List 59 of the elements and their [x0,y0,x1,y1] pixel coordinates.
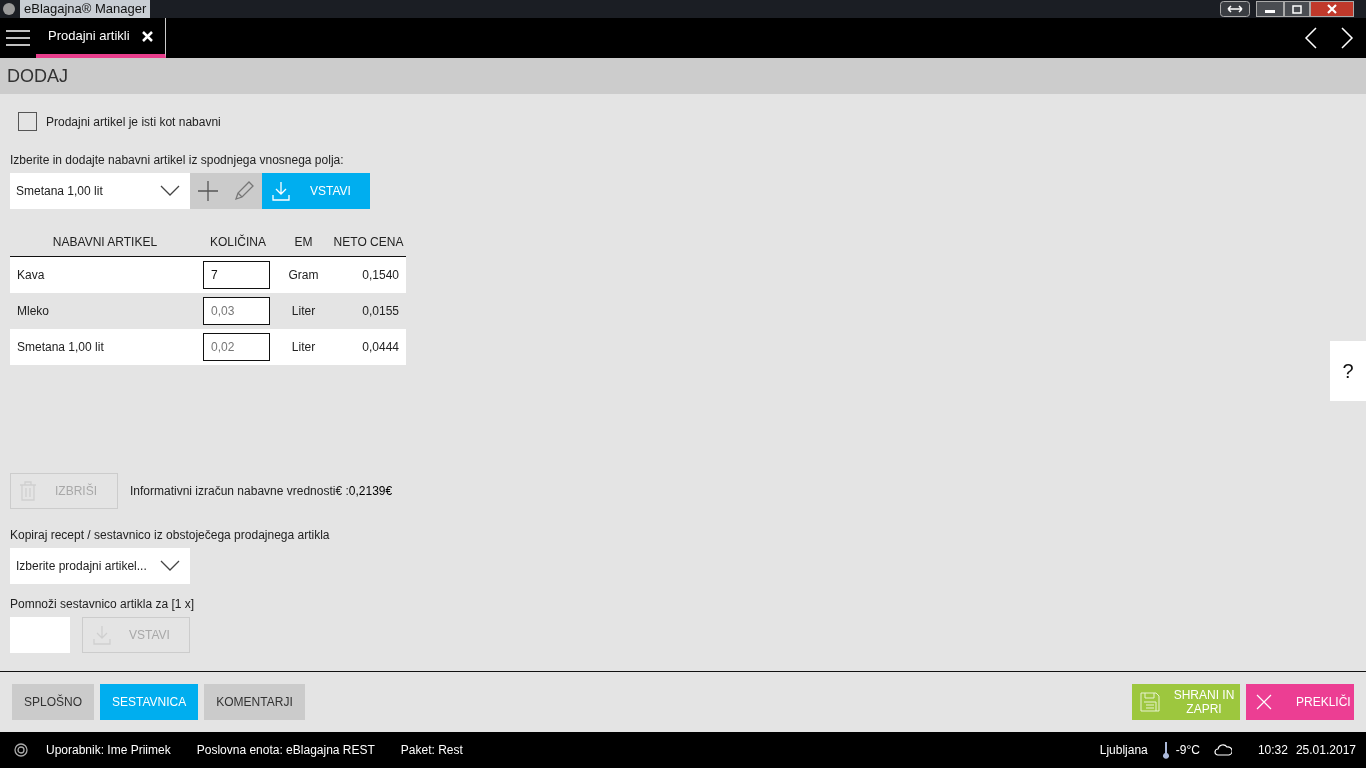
field-label: Izberite in dodajte nabavni artikel iz spodnjega vnosnega polja: [10,152,345,169]
field-label: Kopiraj recept / sestavnico iz obstoječega prodajnega artikla [10,527,331,544]
business-unit-label: Poslovna enota: eBlagajna REST [196,742,375,759]
close-icon [141,30,153,42]
article-dropdown[interactable]: Smetana 1,00 lit [10,173,190,209]
date-label: 25.01.2017 [1295,742,1356,759]
insert-button[interactable]: VSTAVI [262,173,370,209]
table-cell-text: 0,0155 [361,303,400,320]
quantity-field[interactable]: 0,02 [203,333,270,361]
checkbox[interactable] [18,112,37,131]
column-header: KOLIČINA [209,233,267,251]
page-heading: DODAJ [7,64,68,88]
quantity-field[interactable]: 0,03 [203,297,270,325]
column-header: NABAVNI ARTIKEL [51,233,159,251]
thermometer-icon [1161,741,1170,759]
cloud-icon [1213,744,1232,756]
download-icon [272,181,290,201]
power-icon [14,743,28,757]
add-button[interactable] [190,173,226,209]
app-logo-icon [2,2,16,16]
edit-button[interactable] [226,173,262,209]
pencil-icon [234,181,254,201]
plus-icon [198,181,218,201]
section-tab[interactable]: SPLOŠNO [12,684,95,720]
user-label: Uporabnik: Ime Priimek [46,742,171,759]
temperature-label: -9°C [1175,742,1200,759]
chevron-down-icon [160,560,180,572]
field-label: Pomnoži sestavnico artikla za [1 x] [10,596,196,613]
resize-icon [1220,1,1250,17]
section-tab[interactable]: KOMENTARJI [204,684,305,720]
table-cell-text: 0,0444 [361,339,400,356]
section-tab[interactable]: SESTAVNICA [100,684,199,720]
package-label: Paket: Rest [400,742,463,759]
table-cell-text: Kava [16,267,46,284]
city-label: Ljubljana [1099,742,1148,759]
column-header: NETO CENA [332,233,405,251]
table-cell-text: 0,1540 [361,267,400,284]
checkbox-label: Prodajni artikel je isti kot nabavni [46,113,221,131]
quantity-field[interactable]: 7 [203,261,270,289]
table-cell-text: Liter [290,339,317,356]
product-dropdown[interactable]: Izberite prodajni artikel... [10,548,190,584]
minimize-icon [1256,1,1284,17]
table-cell-text: Gram [287,267,320,284]
help-button[interactable]: ? [1330,341,1366,401]
column-header: EM [293,233,314,251]
table-cell-text: Smetana 1,00 lit [16,339,105,356]
maximize-icon [1284,1,1310,17]
table-cell-text: Mleko [16,303,50,320]
multiplier-field[interactable] [10,617,70,653]
chevron-left-icon [1304,27,1318,49]
window-title: eBlagajna® Manager [20,0,151,19]
close-icon [1310,1,1354,17]
cancel-button[interactable]: PREKLIČI [1246,684,1354,720]
info-text: Informativni izračun nabavne vrednosti€ :0,2139€ [130,483,393,500]
table-cell-text: Liter [290,303,317,320]
chevron-down-icon [160,185,180,197]
time-label: 10:32 [1257,742,1288,759]
close-icon [1256,694,1272,710]
chevron-right-icon [1340,27,1354,49]
